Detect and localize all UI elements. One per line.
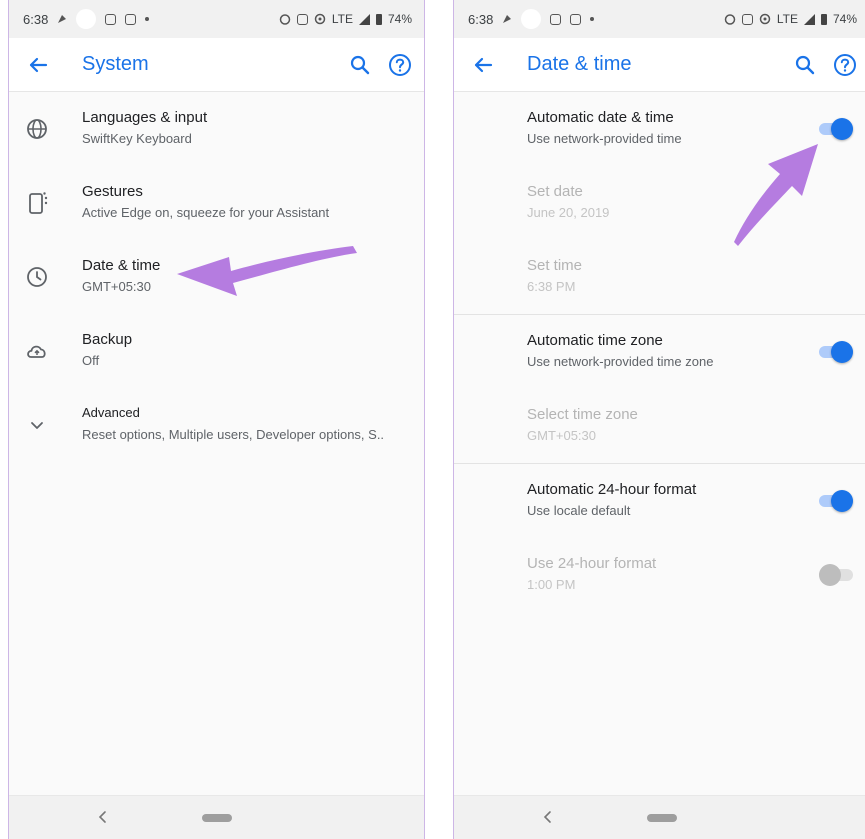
mail-icon: [570, 13, 582, 25]
item-title: Use 24-hour format: [527, 555, 657, 572]
item-subtitle: 6:38 PM: [527, 279, 576, 294]
signal-icon: [803, 13, 815, 25]
battery-icon: [375, 13, 382, 25]
item-title: Automatic 24-hour format: [527, 481, 697, 498]
search-icon[interactable]: [346, 51, 374, 79]
nfc-icon: [296, 13, 308, 25]
network-type-text: LTE: [331, 12, 353, 26]
battery-icon: [820, 13, 827, 25]
system-settings-screen: 6:38 LTE 74% System Languages & input Sw…: [8, 0, 425, 839]
page-title: System: [82, 53, 149, 75]
setting-set-date: Set date June 20, 2019: [454, 166, 865, 240]
setting-automatic-date-time[interactable]: Automatic date & time Use network-provid…: [454, 92, 865, 166]
battery-percent-text: 74%: [387, 12, 412, 26]
item-title: Gestures: [82, 183, 143, 200]
mail-icon: [125, 13, 137, 25]
globe-icon: [27, 119, 47, 139]
item-subtitle: Off: [82, 353, 100, 368]
notification-icon: [503, 15, 512, 23]
chevron-down-icon: [31, 422, 43, 429]
item-subtitle: Use locale default: [527, 503, 631, 518]
item-subtitle: June 20, 2019: [527, 205, 610, 220]
clock-text: 6:38: [23, 11, 49, 27]
automatic-24-hour-toggle[interactable]: [819, 490, 853, 512]
instagram-icon: [105, 13, 117, 25]
clock-icon: [27, 267, 47, 287]
settings-item-gestures[interactable]: Gestures Active Edge on, squeeze for you…: [9, 166, 424, 240]
network-type-text: LTE: [776, 12, 798, 26]
help-icon[interactable]: [831, 51, 859, 79]
item-subtitle: Reset options, Multiple users, Developer…: [82, 427, 385, 442]
item-title: Date & time: [82, 257, 161, 274]
settings-item-backup[interactable]: Backup Off: [9, 314, 424, 388]
automatic-time-zone-toggle[interactable]: [819, 341, 853, 363]
notification-avatar-icon: [521, 9, 542, 29]
setting-set-time: Set time 6:38 PM: [454, 240, 865, 314]
setting-use-24-hour-format: Use 24-hour format 1:00 PM: [454, 538, 865, 612]
date-time-settings-list: Automatic date & time Use network-provid…: [454, 92, 865, 612]
item-title: Advanced: [82, 405, 140, 420]
nav-back-icon[interactable]: [95, 809, 111, 825]
navigation-bar: [454, 795, 865, 839]
page-title: Date & time: [527, 53, 632, 75]
more-notifications-icon: [590, 17, 595, 21]
settings-list: Languages & input SwiftKey Keyboard Gest…: [9, 92, 424, 462]
date-time-settings-screen: 6:38 LTE 74% Date & time Automatic date …: [453, 0, 865, 839]
home-pill[interactable]: [647, 814, 677, 822]
item-subtitle: Use network-provided time: [527, 131, 682, 146]
item-title: Backup: [82, 331, 133, 348]
navigation-bar: [9, 795, 424, 839]
item-title: Automatic date & time: [527, 109, 674, 126]
alarm-icon: [724, 14, 736, 25]
use-24-hour-toggle: [819, 564, 853, 586]
signal-icon: [358, 13, 370, 25]
setting-automatic-time-zone[interactable]: Automatic time zone Use network-provided…: [454, 315, 865, 389]
app-bar: System: [9, 38, 424, 92]
app-bar: Date & time: [454, 38, 865, 92]
nfc-icon: [741, 13, 753, 25]
item-subtitle: 1:00 PM: [527, 577, 576, 592]
item-title: Set time: [527, 257, 583, 274]
alarm-icon: [279, 14, 291, 25]
status-bar: 6:38 LTE 74%: [454, 0, 865, 38]
item-title: Automatic time zone: [527, 332, 663, 349]
item-title: Set date: [527, 183, 583, 200]
settings-item-languages[interactable]: Languages & input SwiftKey Keyboard: [9, 92, 424, 166]
cloud-upload-icon: [27, 345, 46, 358]
status-bar: 6:38 LTE 74%: [9, 0, 424, 38]
gesture-phone-icon: [29, 192, 48, 214]
instagram-icon: [550, 13, 562, 25]
settings-item-date-time[interactable]: Date & time GMT+05:30: [9, 240, 424, 314]
item-subtitle: Active Edge on, squeeze for your Assista…: [82, 205, 330, 220]
item-subtitle: Use network-provided time zone: [527, 354, 714, 369]
item-subtitle: GMT+05:30: [527, 428, 597, 443]
automatic-date-time-toggle[interactable]: [819, 118, 853, 140]
hotspot-icon: [314, 13, 326, 25]
more-notifications-icon: [145, 17, 150, 21]
item-title: Languages & input: [82, 109, 208, 126]
setting-automatic-24-hour-format[interactable]: Automatic 24-hour format Use locale defa…: [454, 464, 865, 538]
item-subtitle: GMT+05:30: [82, 279, 152, 294]
settings-item-advanced[interactable]: Advanced Reset options, Multiple users, …: [9, 388, 424, 462]
help-icon[interactable]: [386, 51, 414, 79]
back-arrow-icon[interactable]: [469, 51, 497, 79]
notification-avatar-icon: [76, 9, 97, 29]
back-arrow-icon[interactable]: [24, 51, 52, 79]
notification-icon: [58, 15, 67, 23]
nav-back-icon[interactable]: [540, 809, 556, 825]
battery-percent-text: 74%: [832, 12, 857, 26]
setting-select-time-zone: Select time zone GMT+05:30: [454, 389, 865, 463]
search-icon[interactable]: [791, 51, 819, 79]
hotspot-icon: [759, 13, 771, 25]
item-title: Select time zone: [527, 406, 638, 423]
item-subtitle: SwiftKey Keyboard: [82, 131, 192, 146]
clock-text: 6:38: [468, 11, 494, 27]
home-pill[interactable]: [202, 814, 232, 822]
